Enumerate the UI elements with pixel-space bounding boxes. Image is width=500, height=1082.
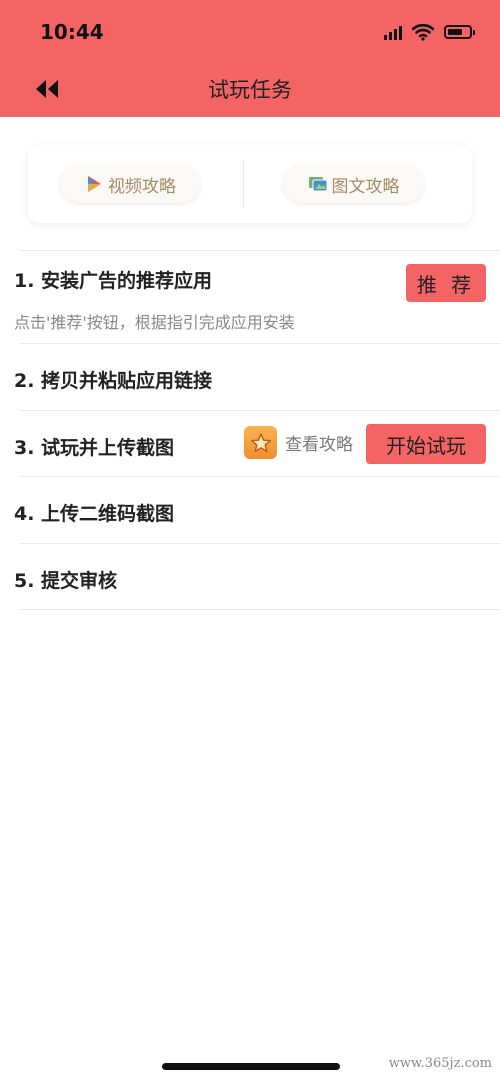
- view-guide-link[interactable]: 查看攻略: [244, 426, 353, 459]
- article-guide-label: 图文攻略: [331, 176, 400, 197]
- play-icon: [88, 176, 101, 192]
- divider: [20, 543, 500, 544]
- header: 10:44 试玩任务: [0, 0, 500, 117]
- article-guide-button[interactable]: 图文攻略: [283, 165, 424, 203]
- view-guide-label: 查看攻略: [285, 435, 353, 455]
- page-title: 试玩任务: [208, 78, 292, 102]
- divider: [20, 343, 500, 344]
- status-time: 10:44: [40, 20, 104, 44]
- guide-card: 视频攻略 图文攻略: [28, 145, 472, 223]
- video-guide-button[interactable]: 视频攻略: [60, 165, 200, 203]
- battery-icon: [444, 25, 475, 39]
- image-icon: [308, 177, 327, 192]
- home-indicator[interactable]: [162, 1063, 340, 1070]
- divider: [20, 250, 500, 251]
- divider: [20, 609, 500, 610]
- signal-icon: [384, 24, 402, 40]
- step-1-title: 1. 安装广告的推荐应用: [14, 270, 213, 292]
- watermark: www.365jz.com: [388, 1056, 492, 1071]
- video-guide-label: 视频攻略: [108, 176, 176, 197]
- step-1-desc: 点击'推荐'按钮，根据指引完成应用安装: [14, 313, 295, 332]
- wifi-icon: [412, 23, 434, 41]
- step-3-title: 3. 试玩并上传截图: [14, 437, 175, 459]
- status-icons: [384, 22, 475, 42]
- step-2-title: 2. 拷贝并粘贴应用链接: [14, 370, 213, 392]
- recommend-button[interactable]: 推 荐: [406, 264, 486, 302]
- star-icon: [244, 426, 277, 459]
- start-trial-button[interactable]: 开始试玩: [366, 424, 486, 464]
- divider: [20, 476, 500, 477]
- step-5-title: 5. 提交审核: [14, 570, 118, 592]
- step-4-title: 4. 上传二维码截图: [14, 503, 175, 525]
- divider: [20, 410, 500, 411]
- guide-divider: [243, 161, 244, 207]
